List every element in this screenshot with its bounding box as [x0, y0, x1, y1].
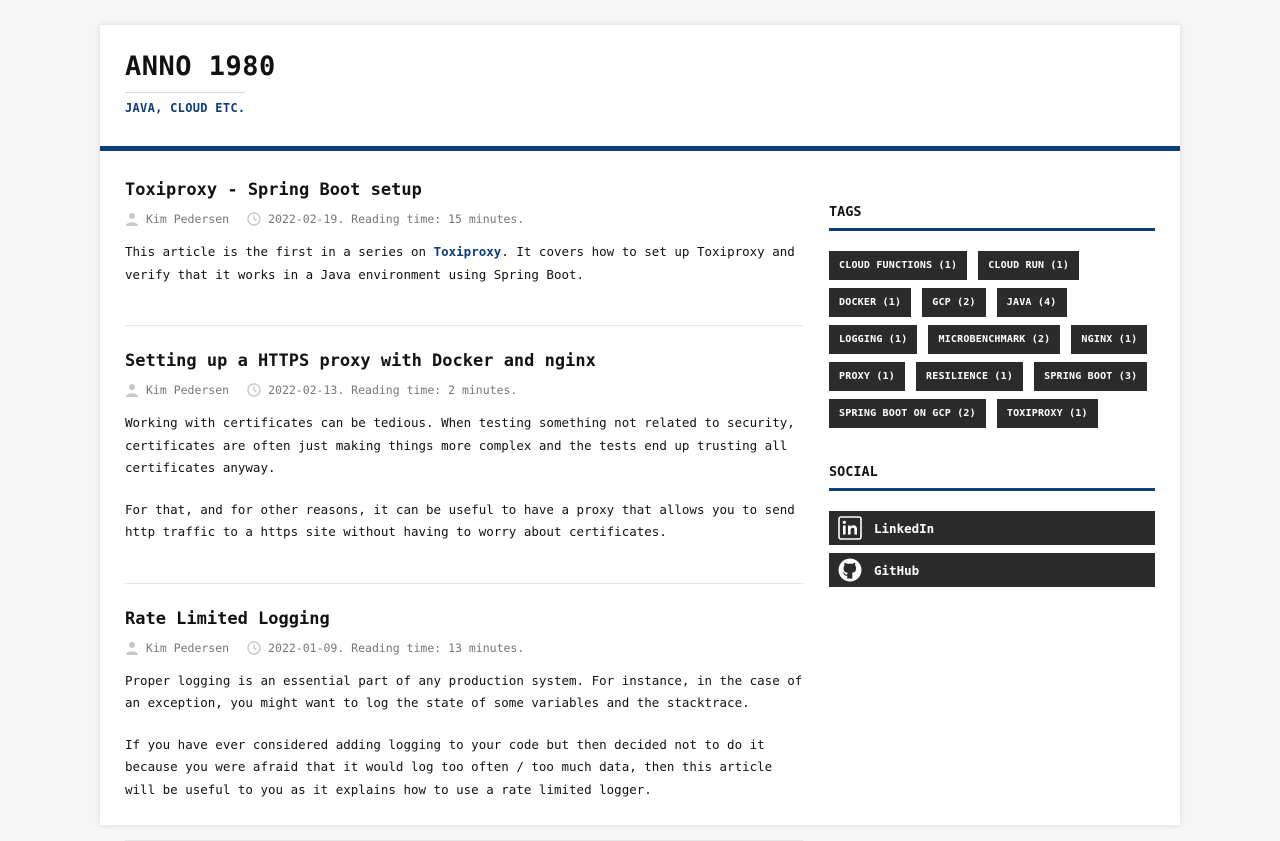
- post-paragraph: Proper logging is an essential part of a…: [125, 670, 803, 715]
- post-title[interactable]: Setting up a HTTPS proxy with Docker and…: [125, 350, 803, 372]
- post-meta: Kim Pedersen 2022-02-19. Reading time: 1…: [125, 211, 803, 227]
- post-date: 2022-02-13. Reading time: 2 minutes.: [268, 383, 517, 397]
- social-heading: SOCIAL: [829, 428, 1155, 491]
- post-title[interactable]: Rate Limited Logging: [125, 608, 803, 630]
- toxiproxy-link[interactable]: Toxiproxy: [434, 244, 502, 259]
- post-paragraph: If you have ever considered adding loggi…: [125, 734, 803, 802]
- post-item: Setting up a HTTPS proxy with Docker and…: [125, 326, 803, 584]
- post-item: Toxiproxy - Spring Boot setup Kim Peders…: [125, 151, 803, 326]
- post-meta: Kim Pedersen 2022-02-13. Reading time: 2…: [125, 382, 803, 398]
- post-paragraph: This article is the first in a series on…: [125, 241, 803, 286]
- tag-microbenchmark[interactable]: MICROBENCHMARK (2): [928, 325, 1060, 354]
- post-date: 2022-01-09. Reading time: 13 minutes.: [268, 641, 524, 655]
- tag-spring-boot-on-gcp[interactable]: SPRING BOOT ON GCP (2): [829, 399, 986, 428]
- post-excerpt: Working with certificates can be tedious…: [125, 412, 803, 544]
- tag-docker[interactable]: DOCKER (1): [829, 288, 911, 317]
- tag-spring-boot[interactable]: SPRING BOOT (3): [1034, 362, 1147, 391]
- tag-cloud-functions[interactable]: CLOUD FUNCTIONS (1): [829, 251, 967, 280]
- user-icon: [125, 383, 139, 397]
- text-fragment: This article is the first in a series on: [125, 244, 434, 259]
- tag-cloud: CLOUD FUNCTIONS (1) CLOUD RUN (1) DOCKER…: [829, 251, 1155, 428]
- user-icon: [125, 212, 139, 226]
- post-date: 2022-02-19. Reading time: 15 minutes.: [268, 212, 524, 226]
- post-author: Kim Pedersen: [146, 212, 229, 226]
- post-title[interactable]: Toxiproxy - Spring Boot setup: [125, 179, 803, 201]
- post-author: Kim Pedersen: [146, 641, 229, 655]
- site-subtitle: JAVA, CLOUD ETC.: [125, 92, 245, 115]
- linkedin-icon: [838, 516, 862, 540]
- post-list: Toxiproxy - Spring Boot setup Kim Peders…: [125, 151, 803, 841]
- tag-logging[interactable]: LOGGING (1): [829, 325, 917, 354]
- tag-nginx[interactable]: NGINX (1): [1071, 325, 1147, 354]
- tag-java[interactable]: JAVA (4): [997, 288, 1067, 317]
- tag-gcp[interactable]: GCP (2): [922, 288, 986, 317]
- clock-icon: [247, 212, 261, 226]
- page-wrapper: ANNO 1980 JAVA, CLOUD ETC. Toxiproxy - S…: [100, 25, 1180, 825]
- tag-cloud-run[interactable]: CLOUD RUN (1): [978, 251, 1079, 280]
- post-excerpt: This article is the first in a series on…: [125, 241, 803, 286]
- post-paragraph: Working with certificates can be tedious…: [125, 412, 803, 480]
- post-item: Rate Limited Logging Kim Pedersen 2022-0…: [125, 584, 803, 841]
- tag-proxy[interactable]: PROXY (1): [829, 362, 905, 391]
- social-links: LinkedIn GitHub: [829, 511, 1155, 587]
- user-icon: [125, 641, 139, 655]
- social-label: GitHub: [874, 563, 919, 578]
- site-title[interactable]: ANNO 1980: [125, 51, 276, 83]
- post-meta: Kim Pedersen 2022-01-09. Reading time: 1…: [125, 640, 803, 656]
- sidebar: TAGS CLOUD FUNCTIONS (1) CLOUD RUN (1) D…: [829, 151, 1155, 595]
- tag-resilience[interactable]: RESILIENCE (1): [916, 362, 1023, 391]
- post-author: Kim Pedersen: [146, 383, 229, 397]
- linkedin-button[interactable]: LinkedIn: [829, 511, 1155, 545]
- clock-icon: [247, 641, 261, 655]
- post-paragraph: For that, and for other reasons, it can …: [125, 499, 803, 544]
- github-button[interactable]: GitHub: [829, 553, 1155, 587]
- tag-toxiproxy[interactable]: TOXIPROXY (1): [997, 399, 1098, 428]
- clock-icon: [247, 383, 261, 397]
- tags-heading: TAGS: [829, 151, 1155, 231]
- github-icon: [838, 558, 862, 582]
- post-excerpt: Proper logging is an essential part of a…: [125, 670, 803, 802]
- social-label: LinkedIn: [874, 521, 934, 536]
- site-header: ANNO 1980 JAVA, CLOUD ETC.: [100, 25, 1180, 151]
